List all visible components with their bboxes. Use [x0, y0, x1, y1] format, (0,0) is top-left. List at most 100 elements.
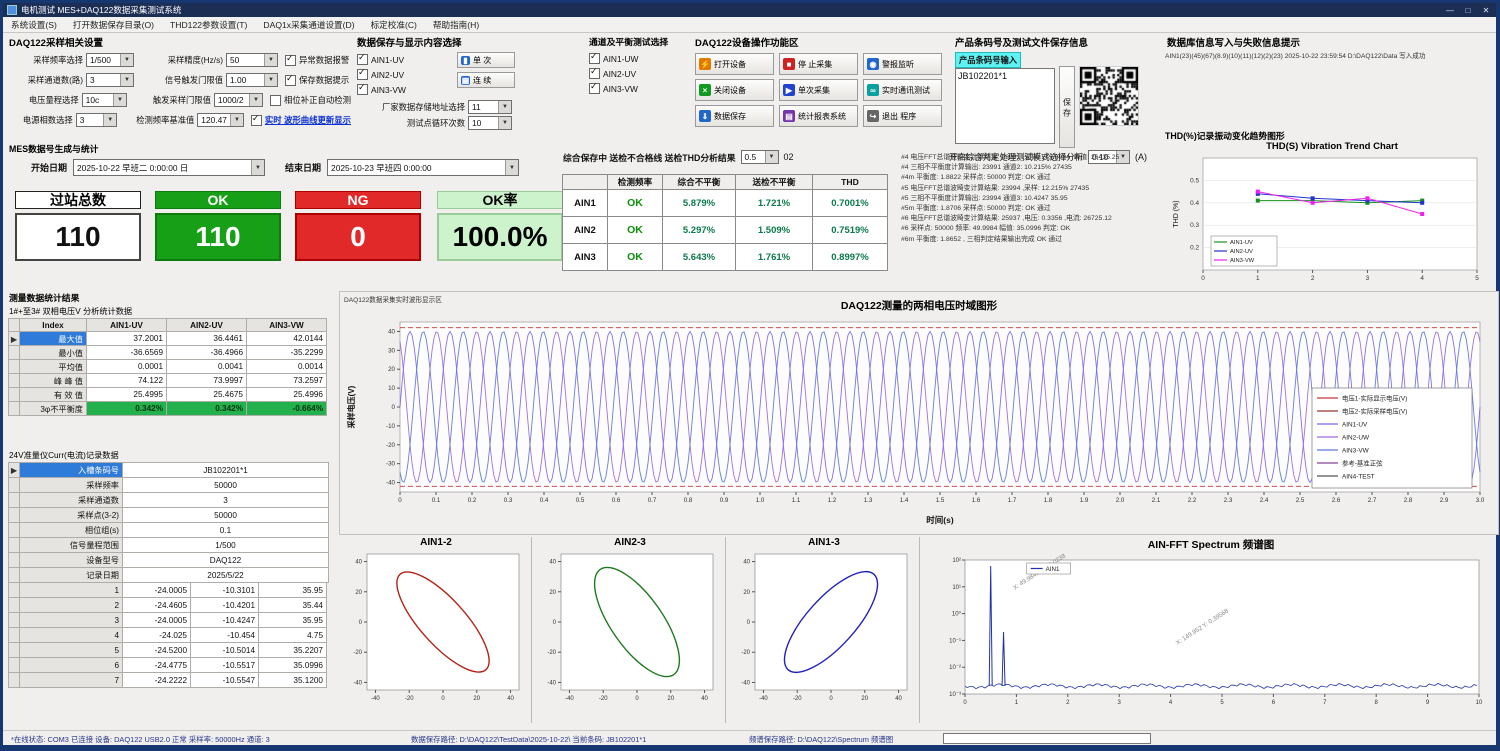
button-label: 退出 程序: [882, 111, 916, 122]
param-value: 2025/5/22: [122, 567, 329, 583]
svg-text:-40: -40: [759, 696, 768, 702]
multi-button[interactable]: ▦连 续: [457, 72, 515, 88]
balance-channel-checkbox[interactable]: AIN1-UW: [589, 51, 685, 66]
svg-text:-40: -40: [353, 680, 362, 686]
save-channel-checkbox[interactable]: AIN2-UV: [357, 67, 449, 82]
svg-text:2.2: 2.2: [1188, 497, 1197, 504]
value-cell: 25.4675: [166, 387, 247, 402]
log-line: #6m 平衡度: 1.8652 , 三相判定结果输出完成 OK 通过: [901, 235, 1145, 245]
row-label: 最小值: [19, 345, 87, 360]
balance-channel-checkbox[interactable]: AIN2-UV: [589, 66, 685, 81]
value-cell: 37.2001: [86, 331, 167, 346]
svg-text:-30: -30: [386, 461, 396, 468]
param-value: DAQ122: [122, 552, 329, 568]
vendor-address-combo[interactable]: 11▼: [468, 100, 512, 114]
svg-text:9: 9: [1426, 700, 1430, 706]
menu-item-2[interactable]: 打开数据保存目录(O): [65, 19, 162, 31]
stats2-param-row: 信号量程范围1/500: [9, 537, 329, 553]
channel-name-cell: AIN2: [562, 216, 608, 244]
value-cell: -24.5200: [122, 642, 191, 658]
plug-button[interactable]: ⚡打开设备: [695, 53, 774, 75]
column-header: AIN2-UV: [166, 318, 247, 332]
balance-channel-checkbox[interactable]: AIN3-VW: [589, 81, 685, 96]
report-button[interactable]: ▤统计报表系统: [779, 105, 858, 127]
save-button[interactable]: ⇓数据保存: [695, 105, 774, 127]
daq-combo[interactable]: 3▼: [86, 73, 134, 87]
menu-item-5[interactable]: 标定校准(C): [363, 19, 425, 31]
daq-combo[interactable]: 3▼: [76, 113, 118, 127]
svg-text:20: 20: [549, 590, 556, 596]
daq-combo[interactable]: 10c▼: [82, 93, 127, 107]
db-info-title: 数据库信息写入与失败信息提示: [1165, 34, 1495, 50]
daq-checkbox[interactable]: 异常数据报警: [285, 53, 349, 68]
barcode-save-button[interactable]: 保 存: [1059, 66, 1075, 148]
link-button[interactable]: ∞实时通讯测试: [863, 79, 942, 101]
button-label: 数据保存: [714, 111, 746, 122]
close-button[interactable]: ✕: [1480, 6, 1492, 15]
close-button[interactable]: ×关闭设备: [695, 79, 774, 101]
daq-checkbox-wrap: 实时 波形曲线更新显示: [251, 113, 351, 128]
svg-text:1.1: 1.1: [792, 497, 801, 504]
svg-text:1.8: 1.8: [1044, 497, 1053, 504]
svg-text:-20: -20: [386, 442, 396, 449]
counter-value-OK率: 100.0%: [437, 213, 563, 261]
exit-button[interactable]: ↪退出 程序: [863, 105, 942, 127]
daq-combo[interactable]: 50▼: [226, 53, 278, 67]
end-date-picker[interactable]: 2025-10-23 早班四 0:00:00▼: [327, 159, 519, 176]
monitor-button[interactable]: ◉警报监听: [863, 53, 942, 75]
svg-text:20: 20: [667, 696, 674, 702]
save-channel-checkbox[interactable]: AIN1-UV: [357, 52, 449, 67]
daq-checkbox[interactable]: 实时 波形曲线更新显示: [251, 113, 351, 128]
status-connection: *在线状态: COM3 已连接 设备: DAQ122 USB2.0 正常 采样率…: [11, 734, 270, 745]
stats1-row: 平均值0.00010.00410.0014: [9, 359, 327, 374]
value-cell: 4.75: [258, 627, 327, 643]
value-cell: 0.0041: [166, 359, 247, 374]
daq-checkbox[interactable]: 保存数据提示: [285, 73, 349, 88]
limit-combo[interactable]: 0.5▼: [741, 150, 779, 164]
db-info-line: AIN1(23)(45)(67)(8.9)(10)(11)(12)(2)(23)…: [1165, 50, 1493, 60]
param-value: 50000: [122, 477, 329, 493]
daq-combo[interactable]: 1000/2▼: [214, 93, 263, 107]
loop-count-combo[interactable]: 10▼: [468, 116, 512, 130]
daq-combo[interactable]: 120.47▼: [197, 113, 244, 127]
value-cell: 5.643%: [662, 243, 736, 271]
stats2-data-row: 5-24.5200-10.501435.2207: [9, 642, 329, 658]
save-channel-checkbox[interactable]: AIN3-VW: [357, 82, 449, 97]
field-label: 厂家数据存储地址选择: [357, 101, 465, 113]
svg-text:2.5: 2.5: [1296, 497, 1305, 504]
single-button[interactable]: ▮单 次: [457, 52, 515, 68]
value-cell: -10.454: [190, 627, 259, 643]
daq-checkbox[interactable]: 相位补正自动检测: [270, 93, 351, 108]
svg-text:0.7: 0.7: [648, 497, 657, 504]
row-index: 3: [19, 612, 123, 628]
chevron-down-icon: ▼: [251, 160, 264, 175]
svg-text:10⁻¹: 10⁻¹: [949, 638, 961, 644]
svg-text:5: 5: [1475, 275, 1479, 282]
svg-text:0: 0: [441, 696, 445, 702]
product-panel: 产品条码号及测试文件保存信息 产品条码号输入 JB102201*1 保 存: [953, 34, 1159, 140]
maximize-button[interactable]: □: [1462, 6, 1474, 15]
menu-item-4[interactable]: DAQ1x采集通道设置(D): [255, 19, 362, 31]
play-button[interactable]: ▶单次采集: [779, 79, 858, 101]
button-label: 停 止采集: [798, 59, 832, 70]
svg-text:10¹: 10¹: [952, 585, 961, 591]
stop-button[interactable]: ■停 止采集: [779, 53, 858, 75]
ops-panel-title: DAQ122设备操作功能区: [693, 34, 947, 50]
menu-item-1[interactable]: 系统设置(S): [3, 19, 65, 31]
param-value: 3: [122, 492, 329, 508]
svg-text:0.3: 0.3: [1190, 222, 1199, 229]
status-spectrum-path: 频谱保存路径: D:\DAQ122\Spectrum 频谱图: [749, 734, 893, 745]
svg-text:20: 20: [861, 696, 868, 702]
start-date-picker[interactable]: 2025-10-22 早班二 0:00:00 日▼: [73, 159, 265, 176]
menu-item-3[interactable]: THD122参数设置(T): [162, 19, 255, 31]
barcode-input[interactable]: JB102201*1: [955, 68, 1055, 144]
chevron-down-icon: ▼: [505, 160, 518, 175]
menu-item-6[interactable]: 帮助指南(H): [425, 19, 487, 31]
stats-table-1: IndexAIN1-UVAIN2-UVAIN3-VW▶最大值37.200136.…: [9, 319, 327, 416]
daq-combo[interactable]: 1/500▼: [86, 53, 134, 67]
minimize-button[interactable]: —: [1444, 6, 1456, 15]
svg-text:0: 0: [359, 620, 363, 626]
svg-text:8: 8: [1375, 700, 1379, 706]
daq-combo[interactable]: 1.00▼: [226, 73, 278, 87]
judge-unit: 02: [784, 152, 794, 162]
